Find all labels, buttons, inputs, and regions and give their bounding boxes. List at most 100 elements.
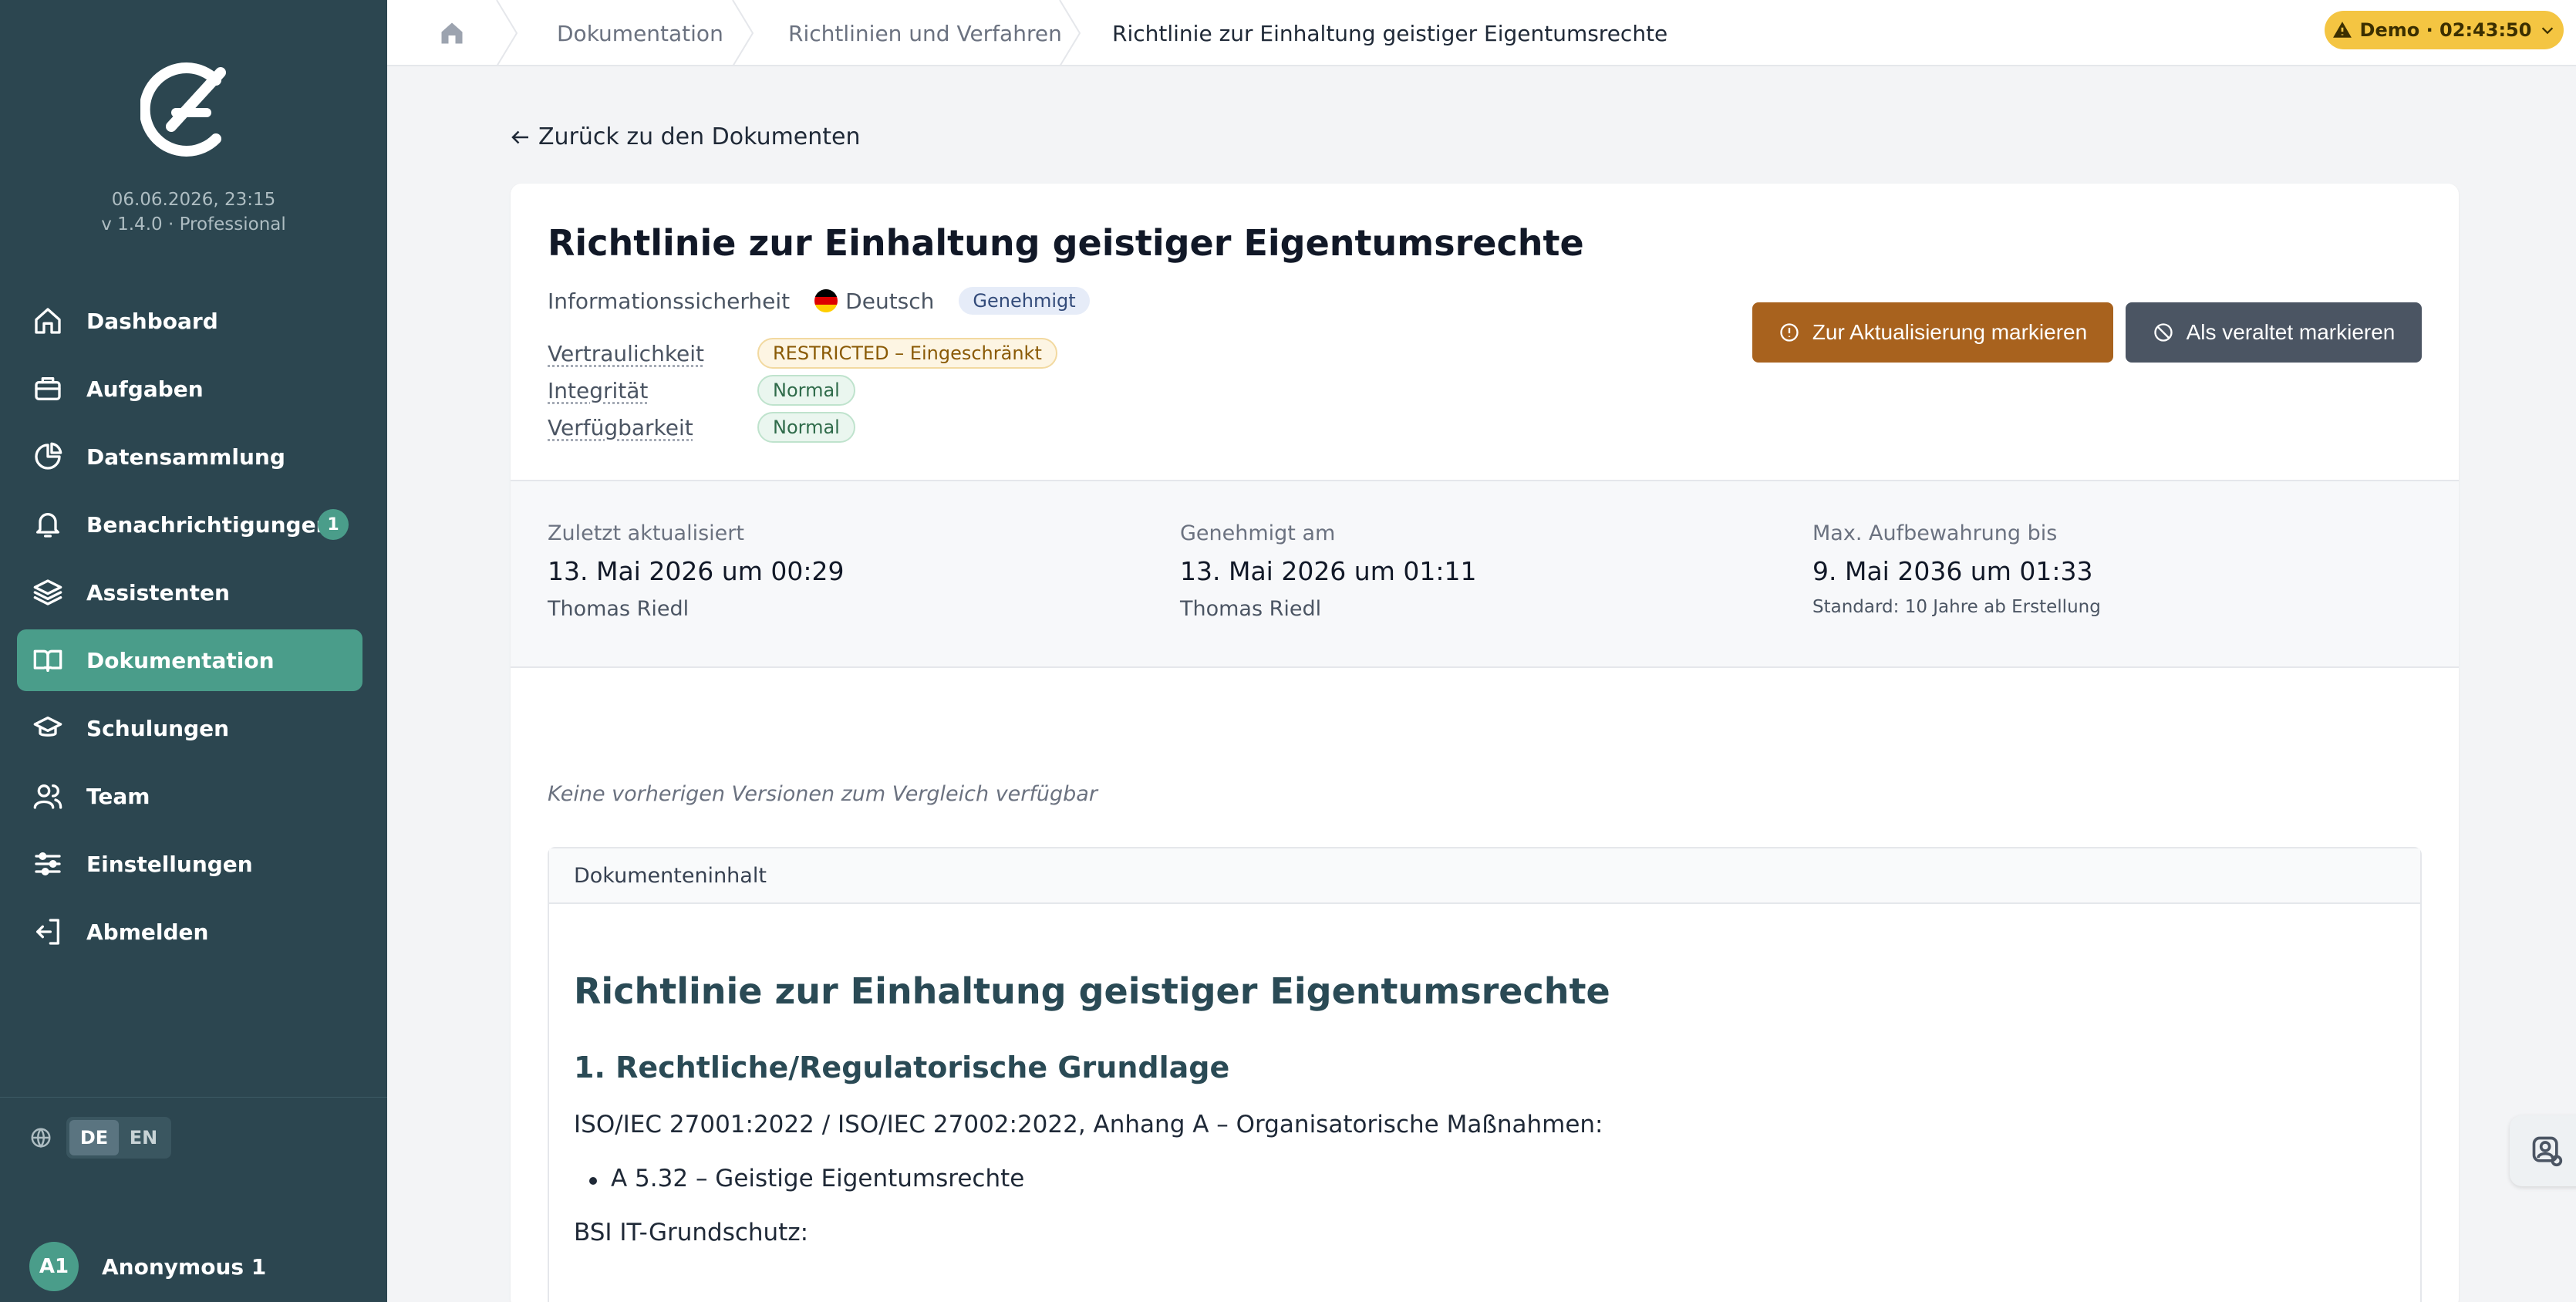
user-profile[interactable]: A1 Anonymous 1	[29, 1242, 266, 1291]
language-en-button[interactable]: EN	[119, 1120, 168, 1155]
sidebar-item-datensammlung[interactable]: Datensammlung	[17, 426, 362, 487]
user-shield-icon	[2530, 1134, 2564, 1168]
property-label: Vertraulichkeit	[548, 341, 757, 366]
property-integrity: Integrität Normal	[548, 375, 855, 406]
stat-user: Thomas Riedl	[548, 597, 844, 621]
breadcrumb-separator	[1058, 0, 1089, 66]
breadcrumb-separator	[495, 0, 526, 66]
document-category: Informationssicherheit	[548, 288, 790, 314]
stat-approved-at: Genehmigt am 13. Mai 2026 um 01:11 Thoma…	[1180, 521, 1476, 621]
ban-icon	[2153, 322, 2174, 343]
demo-timer-label: Demo · 02:43:50	[2360, 19, 2532, 41]
availability-badge: Normal	[757, 412, 855, 443]
stat-retention: Max. Aufbewahrung bis 9. Mai 2036 um 01:…	[1812, 521, 2101, 617]
sidebar-item-label: Datensammlung	[86, 444, 285, 470]
user-name: Anonymous 1	[102, 1254, 266, 1280]
document-meta: Informationssicherheit Deutsch Genehmigt	[548, 287, 1090, 315]
stat-label: Genehmigt am	[1180, 521, 1476, 545]
property-confidentiality: Vertraulichkeit RESTRICTED – Eingeschrän…	[548, 338, 1057, 369]
stat-value: 9. Mai 2036 um 01:33	[1812, 556, 2101, 586]
sidebar-item-label: Benachrichtigungen	[86, 512, 332, 538]
users-icon	[31, 779, 65, 813]
german-flag-icon	[814, 289, 838, 312]
content-paragraph: BSI IT-Grundschutz:	[574, 1219, 2396, 1246]
bell-icon	[31, 508, 65, 541]
language-toggle: DE EN	[66, 1117, 171, 1159]
document-card: Richtlinie zur Einhaltung geistiger Eige…	[511, 184, 2459, 1302]
sidebar-item-benachrichtigungen[interactable]: Benachrichtigungen 1	[17, 494, 362, 555]
status-badge: Genehmigt	[959, 287, 1089, 315]
chevron-down-icon	[2539, 22, 2556, 39]
language-switcher: DE EN	[29, 1117, 171, 1159]
mark-obsolete-label: Als veraltet markieren	[2187, 320, 2396, 345]
sidebar-datetime: 06.06.2026, 23:15	[0, 190, 387, 210]
sliders-icon	[31, 847, 65, 881]
sidebar-item-schulungen[interactable]: Schulungen	[17, 697, 362, 759]
sidebar-item-label: Dashboard	[86, 309, 218, 334]
home-icon	[438, 19, 466, 47]
sidebar-item-label: Team	[86, 784, 150, 809]
content-list-item: A 5.32 – Geistige Eigentumsrechte	[574, 1165, 2396, 1192]
stat-label: Max. Aufbewahrung bis	[1812, 521, 2101, 545]
mark-obsolete-button[interactable]: Als veraltet markieren	[2126, 302, 2422, 363]
page-title: Richtlinie zur Einhaltung geistiger Eige…	[548, 222, 1584, 264]
stat-value: 13. Mai 2026 um 01:11	[1180, 556, 1476, 586]
content-heading: Richtlinie zur Einhaltung geistiger Eige…	[574, 970, 2396, 1012]
property-label: Verfügbarkeit	[548, 415, 757, 440]
pie-chart-icon	[31, 440, 65, 474]
stat-last-updated: Zuletzt aktualisiert 13. Mai 2026 um 00:…	[548, 521, 844, 621]
globe-icon	[29, 1126, 52, 1149]
arrow-left-icon	[509, 126, 532, 149]
sidebar-item-einstellungen[interactable]: Einstellungen	[17, 833, 362, 895]
sidebar-item-team[interactable]: Team	[17, 765, 362, 827]
content-subheading: 1. Rechtliche/Regulatorische Grundlage	[574, 1051, 2396, 1084]
breadcrumb-home[interactable]	[438, 0, 466, 66]
demo-timer-badge[interactable]: Demo · 02:43:50	[2325, 11, 2564, 49]
breadcrumb-dokumentation[interactable]: Dokumentation	[557, 0, 723, 66]
sidebar-nav: Dashboard Aufgaben Datensammlung Benachr…	[17, 290, 362, 969]
sidebar-item-label: Dokumentation	[86, 648, 275, 673]
warning-icon	[2332, 20, 2352, 40]
sidebar-version: v 1.4.0 · Professional	[0, 214, 387, 234]
sidebar-divider	[0, 1097, 387, 1098]
sidebar-item-label: Assistenten	[86, 580, 230, 605]
sidebar-item-assistenten[interactable]: Assistenten	[17, 562, 362, 623]
alert-circle-icon	[1779, 322, 1800, 343]
sidebar-item-dashboard[interactable]: Dashboard	[17, 290, 362, 352]
floating-help-button[interactable]	[2510, 1115, 2576, 1186]
back-to-documents-link[interactable]: Zurück zu den Dokumenten	[509, 123, 861, 150]
layers-icon	[31, 575, 65, 609]
stat-user: Thomas Riedl	[1180, 597, 1476, 621]
integrity-badge: Normal	[757, 375, 855, 406]
sidebar-item-dokumentation[interactable]: Dokumentation	[17, 629, 362, 691]
app-logo	[140, 57, 236, 162]
content-body: Richtlinie zur Einhaltung geistiger Eige…	[549, 970, 2420, 1246]
sidebar-item-aufgaben[interactable]: Aufgaben	[17, 358, 362, 420]
property-availability: Verfügbarkeit Normal	[548, 412, 855, 443]
confidentiality-badge: RESTRICTED – Eingeschränkt	[757, 338, 1057, 369]
logout-icon	[31, 915, 65, 949]
notification-count-badge: 1	[318, 509, 349, 540]
briefcase-icon	[31, 372, 65, 406]
mark-for-update-label: Zur Aktualisierung markieren	[1812, 320, 2087, 345]
no-versions-note: Keine vorherigen Versionen zum Vergleich…	[548, 782, 1097, 806]
sidebar-item-abmelden[interactable]: Abmelden	[17, 901, 362, 963]
avatar: A1	[29, 1242, 79, 1291]
breadcrumb-current: Richtlinie zur Einhaltung geistiger Eige…	[1112, 0, 1667, 66]
content-paragraph: ISO/IEC 27001:2022 / ISO/IEC 27002:2022,…	[574, 1111, 2396, 1138]
home-icon	[31, 304, 65, 338]
document-stats: Zuletzt aktualisiert 13. Mai 2026 um 00:…	[511, 480, 2459, 668]
breadcrumb-separator	[731, 0, 762, 66]
sidebar: 06.06.2026, 23:15 v 1.4.0 · Professional…	[0, 0, 387, 1302]
mark-for-update-button[interactable]: Zur Aktualisierung markieren	[1752, 302, 2113, 363]
language-de-button[interactable]: DE	[69, 1120, 119, 1155]
breadcrumb-richtlinien[interactable]: Richtlinien und Verfahren	[788, 0, 1062, 66]
back-link-label: Zurück zu den Dokumenten	[538, 123, 861, 150]
sidebar-item-label: Schulungen	[86, 716, 229, 741]
stat-note: Standard: 10 Jahre ab Erstellung	[1812, 597, 2101, 617]
document-content: Dokumenteninhalt Richtlinie zur Einhaltu…	[548, 847, 2422, 1302]
topbar: Dokumentation Richtlinien und Verfahren …	[387, 0, 2576, 66]
stat-value: 13. Mai 2026 um 00:29	[548, 556, 844, 586]
property-label: Integrität	[548, 378, 757, 403]
sidebar-item-label: Aufgaben	[86, 376, 204, 402]
